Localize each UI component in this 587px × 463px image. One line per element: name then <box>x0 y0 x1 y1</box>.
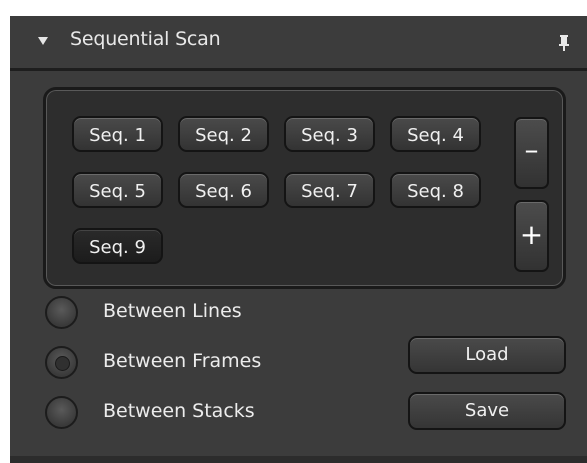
header-divider <box>10 68 587 71</box>
radio-between-lines[interactable] <box>45 296 78 329</box>
seq-button-8[interactable]: Seq. 8 <box>390 172 481 208</box>
seq-button-9[interactable]: Seq. 9 <box>72 228 163 264</box>
radio-between-frames[interactable] <box>45 346 78 379</box>
seq-button-6[interactable]: Seq. 6 <box>178 172 269 208</box>
sequential-scan-panel: Sequential Scan Seq. 1 Seq. 2 Seq. 3 Seq… <box>10 16 587 463</box>
radio-label-between-stacks[interactable]: Between Stacks <box>103 400 255 422</box>
seq-button-7[interactable]: Seq. 7 <box>284 172 375 208</box>
panel-title: Sequential Scan <box>70 28 221 50</box>
panel-bottom-edge <box>10 456 587 463</box>
radio-label-between-frames[interactable]: Between Frames <box>103 350 261 372</box>
seq-button-4[interactable]: Seq. 4 <box>390 116 481 152</box>
seq-button-2[interactable]: Seq. 2 <box>178 116 269 152</box>
triangle-down-icon[interactable] <box>38 37 48 45</box>
seq-button-3[interactable]: Seq. 3 <box>284 116 375 152</box>
sequence-list-box: Seq. 1 Seq. 2 Seq. 3 Seq. 4 Seq. 5 Seq. … <box>43 87 566 289</box>
seq-button-1[interactable]: Seq. 1 <box>72 116 163 152</box>
seq-button-5[interactable]: Seq. 5 <box>72 172 163 208</box>
add-sequence-button[interactable]: + <box>514 200 549 272</box>
radio-between-stacks[interactable] <box>45 396 78 429</box>
panel-header[interactable]: Sequential Scan <box>10 16 587 68</box>
pin-icon[interactable] <box>558 35 570 51</box>
radio-label-between-lines[interactable]: Between Lines <box>103 300 242 322</box>
save-button[interactable]: Save <box>408 392 566 430</box>
remove-sequence-button[interactable]: – <box>514 117 549 189</box>
load-button[interactable]: Load <box>408 336 566 374</box>
